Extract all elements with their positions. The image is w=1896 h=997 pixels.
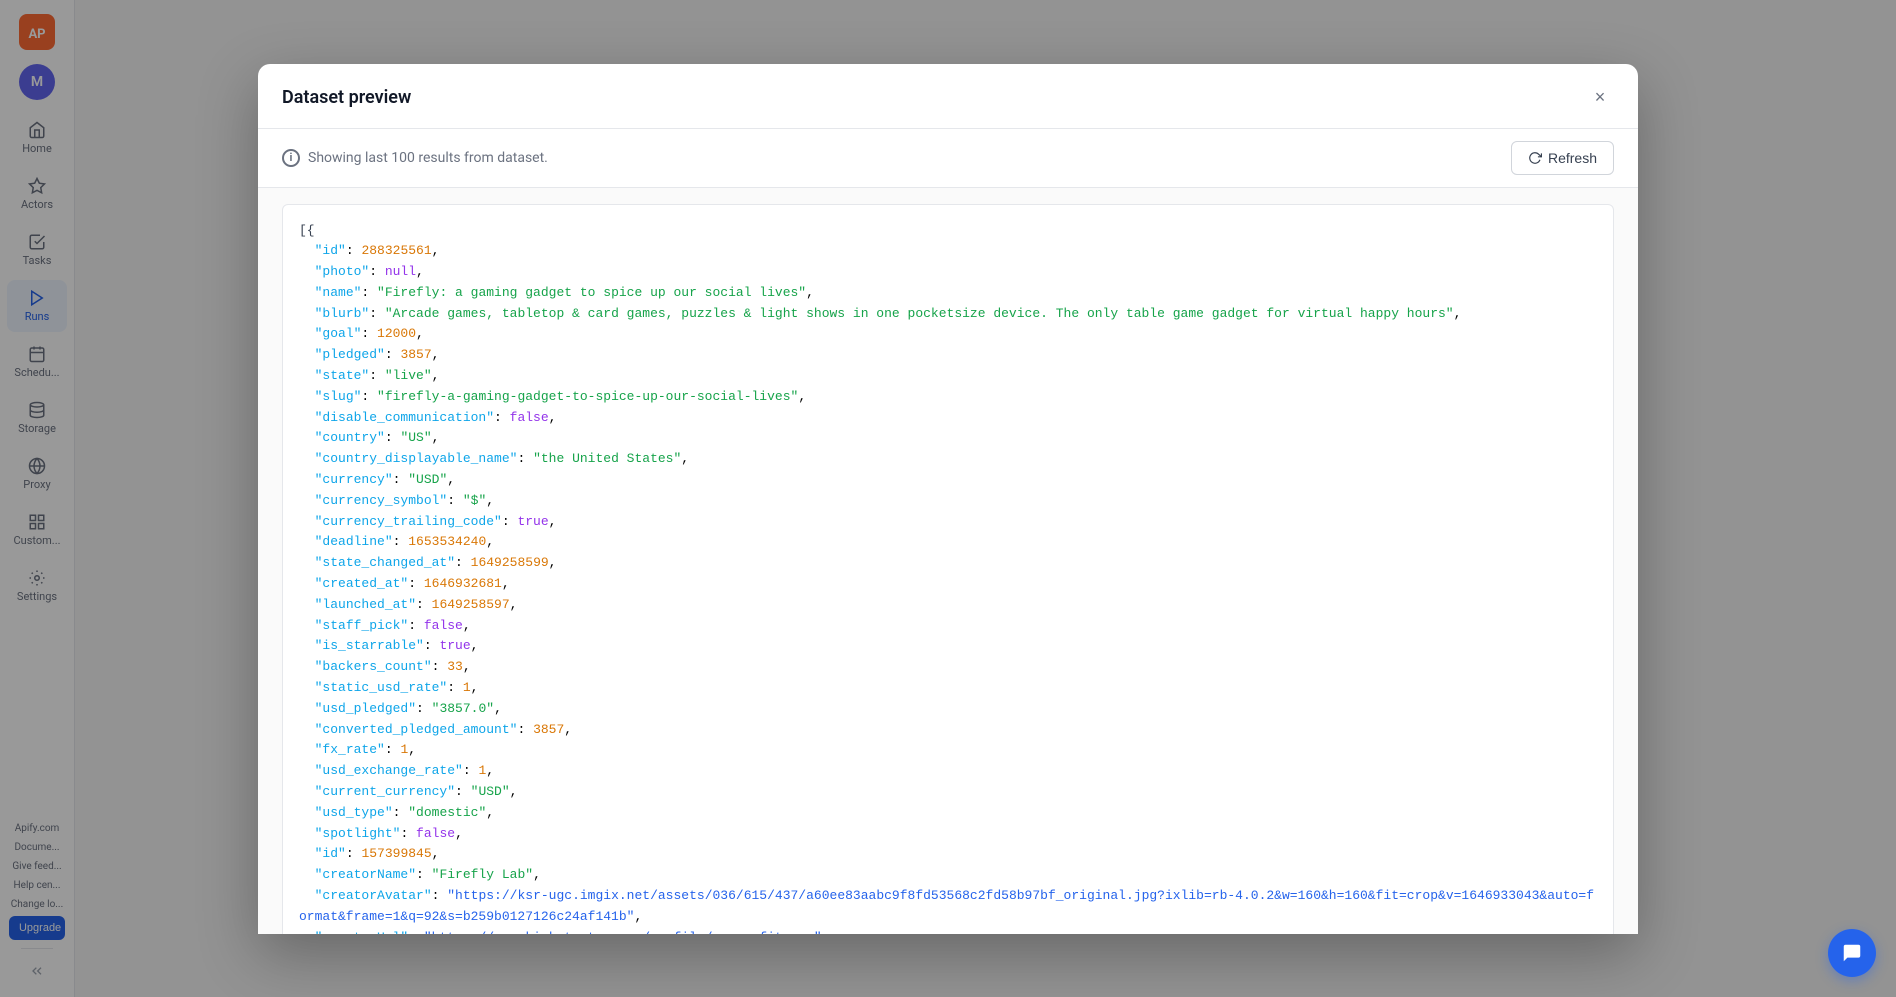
chat-bubble-button[interactable] — [1828, 929, 1876, 977]
chat-icon — [1841, 942, 1863, 964]
modal-close-button[interactable]: × — [1586, 84, 1614, 112]
json-viewer: [{ "id": 288325561, "photo": null, "name… — [282, 204, 1614, 934]
modal-toolbar: i Showing last 100 results from dataset.… — [258, 129, 1638, 188]
refresh-label: Refresh — [1548, 150, 1597, 166]
refresh-button[interactable]: Refresh — [1511, 141, 1614, 175]
info-icon: i — [282, 149, 300, 167]
modal-header: Dataset preview × — [258, 64, 1638, 129]
modal-body[interactable]: [{ "id": 288325561, "photo": null, "name… — [258, 188, 1638, 934]
refresh-icon — [1528, 151, 1542, 165]
modal-info-text: Showing last 100 results from dataset. — [308, 150, 548, 166]
dataset-preview-modal: Dataset preview × i Showing last 100 res… — [258, 64, 1638, 934]
modal-title: Dataset preview — [282, 87, 411, 108]
modal-info: i Showing last 100 results from dataset. — [282, 149, 548, 167]
